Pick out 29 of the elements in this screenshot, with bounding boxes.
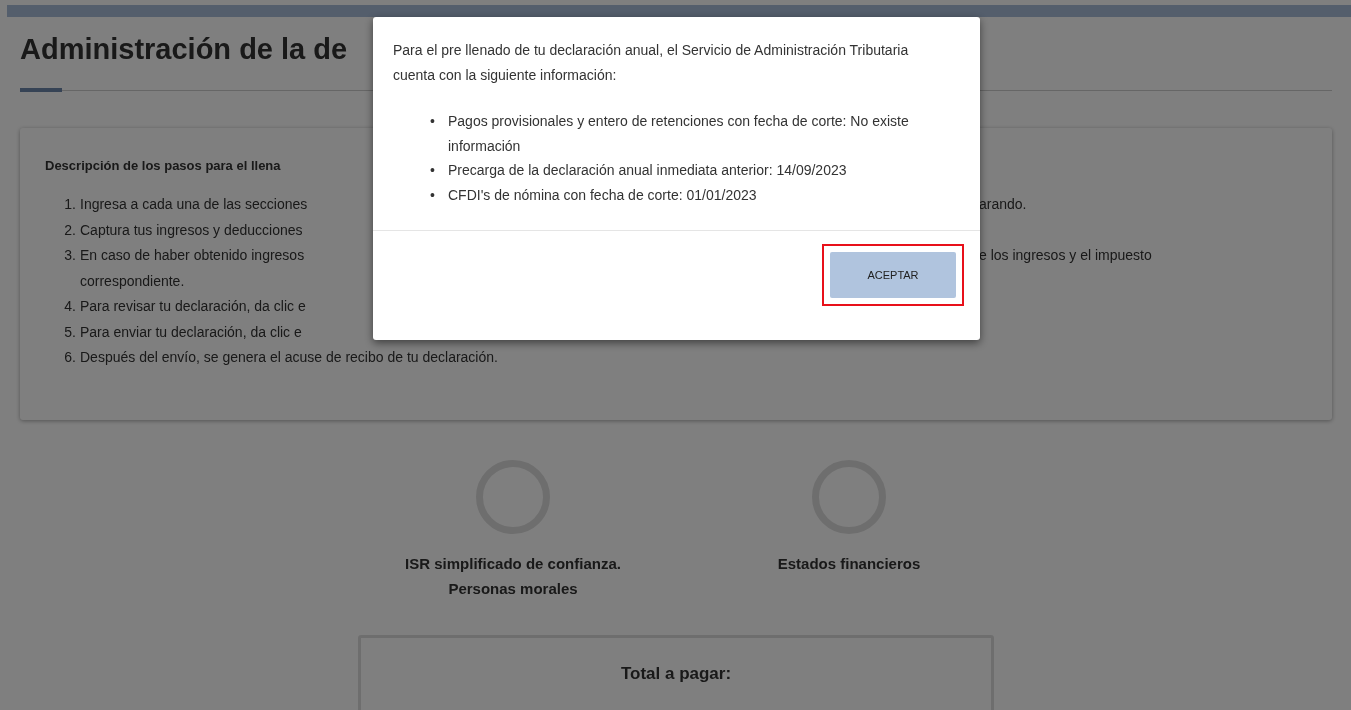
step-text: Captura tus ingresos y deducciones bbox=[80, 220, 303, 240]
step-number: 5. bbox=[63, 322, 77, 342]
info-item: Precarga de la declaración anual inmediata anterior: 14/09/2023 bbox=[448, 161, 847, 180]
page-title: Administración de la de bbox=[20, 32, 348, 66]
dialog-text: Para el pre llenado de tu declaración anual, el Servicio de Administración Tributaria cuenta con la siguiente información: bbox=[393, 41, 910, 85]
info-item: Pagos provisionales y entero de retenciones con fecha de corte: No existe información bbox=[448, 112, 910, 156]
bullet-mark: • bbox=[430, 161, 436, 180]
card-heading: Descripción de los pasos para el llena bbox=[45, 158, 281, 173]
step-text: correspondiente. bbox=[80, 271, 185, 291]
step-number: 6. bbox=[63, 348, 77, 367]
step-number: 1. bbox=[63, 195, 77, 214]
bullet-mark: • bbox=[430, 185, 436, 205]
step-number: 4. bbox=[63, 297, 77, 316]
step-text: e los ingresos y el impuesto bbox=[979, 246, 1152, 265]
step-text: Para revisar tu declaración, da clic e bbox=[80, 297, 306, 316]
step-number: 2. bbox=[63, 220, 77, 240]
step-text: Después del envío, se genera el acuse de recibo de tu declaración. bbox=[80, 348, 498, 367]
step-text: arando. bbox=[979, 195, 1027, 214]
info-item: CFDI's de nómina con fecha de corte: 01/01/2023 bbox=[448, 185, 757, 205]
title-accent bbox=[20, 88, 62, 92]
total-label: Total a pagar: bbox=[620, 664, 732, 685]
section-label: ISR simplificado de confianza. Personas morales bbox=[404, 554, 622, 599]
step-number: 3. bbox=[63, 246, 77, 265]
step-text: Para enviar tu declaración, da clic e bbox=[80, 322, 302, 342]
step-text: Ingresa a cada una de las secciones bbox=[80, 195, 308, 214]
bullet-mark: • bbox=[430, 112, 436, 131]
accept-button[interactable]: ACEPTAR bbox=[830, 252, 956, 298]
section-label: Estados financieros bbox=[776, 554, 922, 574]
step-text: En caso de haber obtenido ingresos bbox=[80, 246, 305, 265]
